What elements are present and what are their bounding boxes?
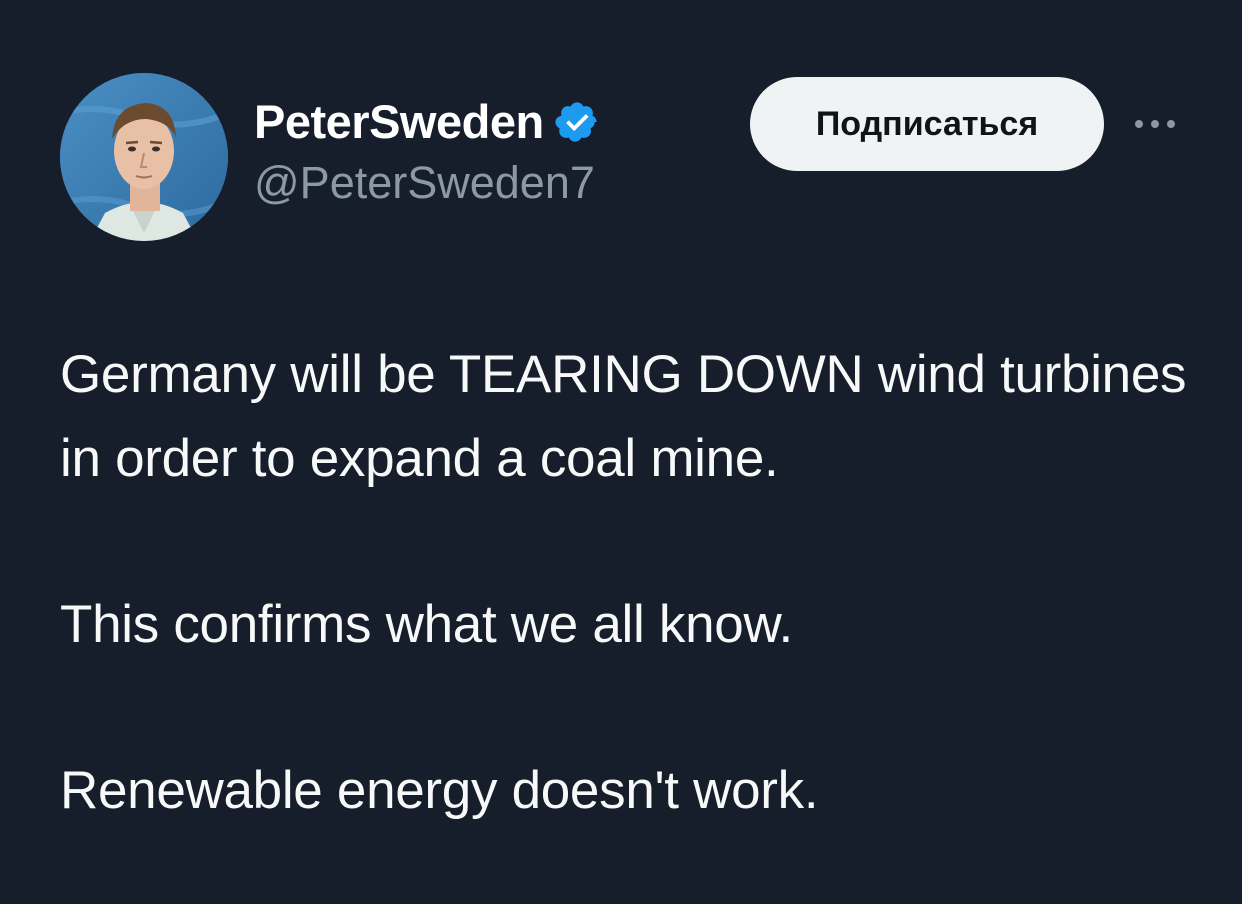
tweet-paragraph: This confirms what we all know. xyxy=(60,595,793,654)
follow-button[interactable]: Подписаться xyxy=(750,77,1104,171)
tweet-paragraph: Germany will be TEARING DOWN wind turbin… xyxy=(60,345,1187,488)
tweet-card: PeterSweden @PeterSweden7 Подписаться Ge… xyxy=(0,0,1242,904)
display-name-row: PeterSweden xyxy=(254,92,600,152)
display-name[interactable]: PeterSweden xyxy=(254,92,544,152)
avatar-photo xyxy=(60,73,228,241)
more-options-button[interactable] xyxy=(1128,100,1182,148)
author-info: PeterSweden @PeterSweden7 xyxy=(254,92,600,210)
more-options-icon xyxy=(1135,120,1175,128)
handle[interactable]: @PeterSweden7 xyxy=(254,156,600,210)
tweet-text: Germany will be TEARING DOWN wind turbin… xyxy=(60,333,1210,833)
verified-badge-icon[interactable] xyxy=(554,99,600,145)
tweet-paragraph: Renewable energy doesn't work. xyxy=(60,761,819,820)
avatar[interactable] xyxy=(60,73,228,241)
